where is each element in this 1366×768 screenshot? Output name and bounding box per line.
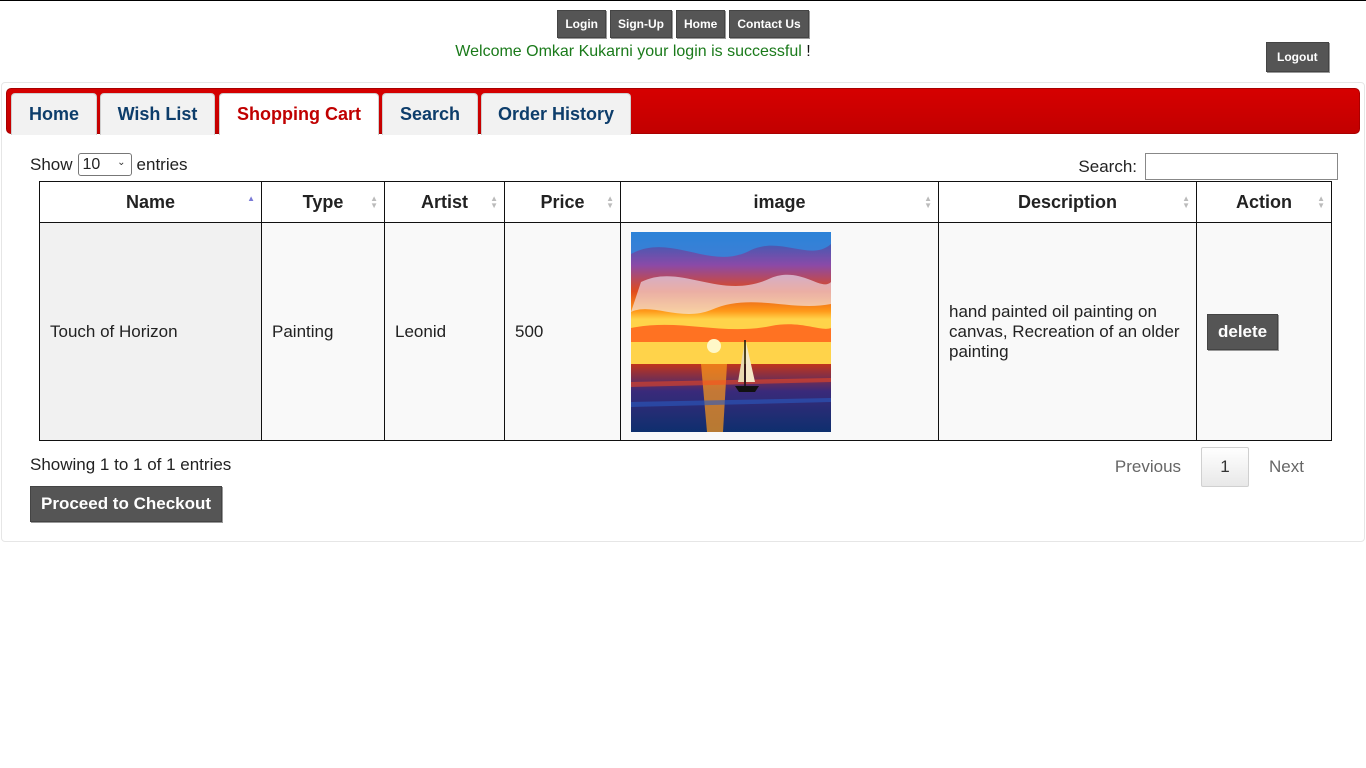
table-header-row: Name ▲ Type ▲ ▼ Artist ▲ ▼ Price ▲ ▼ image ▲ ▼ De… [39, 181, 1332, 223]
column-header-label: Action [1236, 191, 1292, 212]
tab-shopping-cart[interactable]: Shopping Cart [219, 93, 379, 135]
cell-type: Painting [261, 222, 385, 441]
main-panel: Home Wish List Shopping Cart Search Orde… [1, 82, 1365, 542]
signup-button[interactable]: Sign-Up [609, 10, 672, 38]
sort-both-icon: ▲ ▼ [1182, 194, 1190, 210]
search-input[interactable] [1145, 153, 1338, 180]
cell-description: hand painted oil painting on canvas, Rec… [938, 222, 1197, 441]
column-header-label: Type [302, 191, 344, 212]
top-nav: Login Sign-Up Home Contact Us [0, 10, 1366, 38]
welcome-text: Welcome Omkar Kukarni your login is succ… [455, 43, 802, 60]
column-header-image[interactable]: image ▲ ▼ [620, 181, 939, 223]
tab-wish-list[interactable]: Wish List [100, 93, 215, 135]
welcome-exclamation: ! [806, 43, 811, 60]
entries-length-control: Show 10 ⌄ entries [30, 153, 188, 176]
cart-table: Name ▲ Type ▲ ▼ Artist ▲ ▼ Price ▲ ▼ image ▲ ▼ De… [39, 181, 1332, 441]
table-search: Search: [1078, 153, 1338, 180]
sort-both-icon: ▲ ▼ [490, 194, 498, 210]
sort-ascending-icon: ▲ [247, 194, 255, 203]
search-label: Search: [1078, 156, 1137, 176]
tab-search[interactable]: Search [382, 93, 478, 135]
tab-home[interactable]: Home [11, 93, 97, 135]
column-header-name[interactable]: Name ▲ [39, 181, 262, 223]
entries-length-value: 10 [82, 155, 101, 173]
tab-bar: Home Wish List Shopping Cart Search Orde… [6, 88, 1360, 135]
login-button[interactable]: Login [557, 10, 606, 38]
column-header-label: Name [125, 191, 176, 212]
entries-label: entries [136, 154, 188, 174]
cell-price: 500 [504, 222, 621, 441]
column-header-description[interactable]: Description ▲ ▼ [938, 181, 1197, 223]
proceed-to-checkout-button[interactable]: Proceed to Checkout [30, 486, 223, 522]
home-button[interactable]: Home [675, 10, 726, 38]
column-header-label: Price [540, 191, 585, 212]
column-header-artist[interactable]: Artist ▲ ▼ [384, 181, 505, 223]
sort-both-icon: ▲ ▼ [606, 194, 614, 210]
column-header-label: Description [1017, 191, 1118, 212]
column-header-price[interactable]: Price ▲ ▼ [504, 181, 621, 223]
cell-action: delete [1196, 222, 1332, 441]
column-header-label: image [753, 191, 806, 212]
cell-artist: Leonid [384, 222, 505, 441]
page-1-button[interactable]: 1 [1201, 447, 1250, 487]
entries-length-select[interactable]: 10 ⌄ [77, 153, 132, 176]
pagination: Previous 1 Next [1095, 447, 1324, 487]
table-row: Touch of Horizon Painting Leonid 500 han… [39, 222, 1332, 441]
contact-us-button[interactable]: Contact Us [729, 10, 809, 38]
sort-both-icon: ▲ ▼ [370, 194, 378, 210]
sort-both-icon: ▲ ▼ [924, 194, 932, 210]
column-header-label: Artist [420, 191, 468, 212]
tab-order-history[interactable]: Order History [481, 93, 631, 135]
delete-button[interactable]: delete [1207, 313, 1279, 350]
cell-image [620, 222, 939, 441]
cell-name: Touch of Horizon [39, 222, 262, 441]
welcome-message: Welcome Omkar Kukarni your login is succ… [0, 43, 1266, 61]
column-header-action[interactable]: Action ▲ ▼ [1196, 181, 1332, 223]
table-info: Showing 1 to 1 of 1 entries [30, 455, 232, 474]
sunset-sailboat-painting [631, 231, 831, 432]
next-page-button[interactable]: Next [1249, 447, 1324, 487]
column-header-type[interactable]: Type ▲ ▼ [261, 181, 385, 223]
sort-both-icon: ▲ ▼ [1317, 194, 1325, 210]
show-label: Show [30, 154, 73, 174]
chevron-down-icon: ⌄ [117, 157, 126, 168]
logout-button[interactable]: Logout [1266, 42, 1329, 72]
previous-page-button[interactable]: Previous [1095, 447, 1201, 487]
